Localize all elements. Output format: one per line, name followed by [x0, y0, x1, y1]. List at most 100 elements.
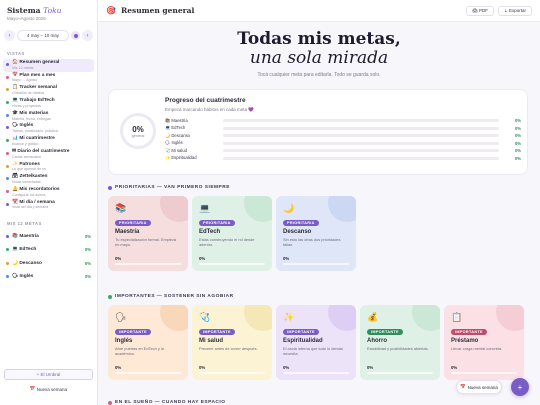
sidebar-goal-item[interactable]: 📚 Maestría 0% — [0, 229, 97, 243]
today-button[interactable] — [71, 31, 80, 40]
goal-icon: 🩺 — [199, 312, 211, 322]
week-range-label[interactable]: 4 may – 10 may — [17, 30, 69, 41]
nav-label-text: Mis materias — [19, 110, 49, 116]
nav-dot — [6, 113, 9, 117]
progress-title: Progreso del cuatrimestre — [165, 97, 246, 104]
goal-description: Tu especialización formal. Empieza en ma… — [115, 237, 177, 247]
calendar-icon: 📅 — [29, 386, 37, 391]
goal-card[interactable]: 💻 PRIORITARIA EdTech Estás construyendo el … — [192, 196, 272, 271]
nav-item-icon: 📋 — [12, 85, 18, 91]
nav-label-text: Zettelkasten — [19, 174, 48, 180]
progress-row-label: 🌙 Descanso — [165, 132, 190, 138]
progress-row-label: ✨ Espiritualidad — [165, 155, 197, 161]
sidebar-nav-item[interactable]: ✨ Patrones Lo que aprendí de mí — [0, 161, 97, 174]
add-threshold-button[interactable]: + El Umbral — [4, 369, 93, 380]
sidebar-goal-item[interactable]: 💻 EdTech 0% — [0, 243, 97, 257]
sidebar-goal-item[interactable]: 🌙 Descanso 0% — [0, 256, 97, 270]
goal-label: 📚 Maestría — [12, 234, 82, 239]
progress-card: 0% general Progreso del cuatrimestre Emp… — [108, 89, 528, 175]
sidebar-new-week-button[interactable]: 📅 Nueva semana — [4, 384, 93, 394]
nav-label-text: Mi cuatrimestre — [19, 136, 55, 142]
goal-percent: 0% — [283, 365, 290, 370]
sidebar-actions: + El Umbral 📅 Nueva semana — [4, 369, 93, 394]
progress-row: 📚 Maestría 0% — [165, 117, 521, 125]
progress-row-percent: 0% — [514, 118, 521, 124]
goal-card[interactable]: 📚 PRIORITARIA Maestría Tu especialización f… — [108, 196, 188, 271]
nav-label-text: Mis recordatorios — [19, 186, 60, 192]
sidebar-nav-item[interactable]: ✉ Diario del cuatrimestre Cartas semanale… — [0, 148, 97, 161]
progress-row: ✨ Espiritualidad 0% — [165, 155, 521, 163]
goal-card[interactable]: 🌙 PRIORITARIA Descanso Sin esto las otras d… — [276, 196, 356, 271]
new-week-floating-button[interactable]: 📅 Nueva semana — [456, 380, 502, 394]
goal-progress-bar — [283, 263, 349, 265]
nav-item-icon: 🗣 — [12, 123, 19, 129]
nav-item-icon: 📊 — [12, 136, 18, 142]
goal-progress-bar — [115, 372, 181, 374]
pdf-button[interactable]: 🖨 PDF — [465, 5, 494, 16]
sidebar-nav-item[interactable]: 📅 Plan mes a mes Mayo → Agosto — [0, 72, 97, 85]
progress-bar — [223, 119, 499, 123]
goal-label: 🗣 Inglés — [12, 274, 82, 279]
sidebar-nav-item[interactable]: 📊 Mi cuatrimestre Avance y gráfico — [0, 135, 97, 148]
hero-subtitle: Tocá cualquier meta para editarla. Todo … — [257, 72, 381, 78]
main-content: Todas mis metas, una sola mirada Tocá cu… — [98, 22, 540, 405]
nav-subtitle: Horas y proyectos — [12, 103, 41, 108]
progress-row: 🌙 Descanso 0% — [165, 132, 521, 140]
nav-dot — [6, 164, 9, 168]
sidebar-nav-item[interactable]: 🎓 Mis materias Materia, fecha, entregas — [0, 110, 97, 123]
nav-item-icon: 🏠 — [12, 60, 18, 65]
nav-item-icon: 💻 — [12, 98, 18, 104]
nav-text: 📊 Mi cuatrimestre Avance y gráfico — [12, 136, 55, 146]
goal-progress-bar — [115, 263, 181, 265]
nav-label-text: Inglés — [19, 123, 34, 129]
add-floating-button[interactable]: + — [511, 378, 529, 396]
sidebar-goal-item[interactable]: 🗣 Inglés 0% — [0, 270, 97, 284]
nav-text: 💻 Trabajo EdTech Horas y proyectos — [12, 98, 55, 108]
topbar: 🎯 Resumen general 🖨 PDF ⇣ Exportar — [98, 0, 540, 22]
goal-card[interactable]: ✨ IMPORTANTE Espiritualidad El ancla intern… — [276, 305, 356, 380]
goal-card[interactable]: 📋 IMPORTANTE Préstamo Llevar carga mental c… — [444, 305, 524, 380]
goal-progress-bar — [367, 372, 433, 374]
goal-item-icon: 🌙 — [12, 260, 18, 266]
sidebar-nav-item[interactable]: 💻 Trabajo EdTech Horas y proyectos — [0, 97, 97, 110]
nav-label-text: Resumen general — [19, 60, 60, 65]
goal-title: Descanso — [283, 229, 312, 235]
progress-row-label: 💻 EdTech — [165, 125, 186, 131]
nav-label: 🎓 Mis materias — [12, 110, 51, 117]
next-week-button[interactable]: › — [82, 30, 93, 41]
progress-rows: 📚 Maestría 0% 💻 EdTech 0% 🌙 Descanso 0% 🗣 Ingl… — [165, 117, 521, 162]
nav-label-text: Trabajo EdTech — [19, 98, 55, 104]
sidebar-nav-item[interactable]: 📋 Tracker semanal Checklist de hábitos — [0, 84, 97, 97]
goal-card[interactable]: 🩺 IMPORTANTE Mi salud Prevenir antes de cor… — [192, 305, 272, 380]
goal-item-icon: 🗣 — [12, 274, 19, 279]
goal-percent: 0% — [283, 256, 290, 261]
sidebar-nav-item[interactable]: 🔔 Mis recordatorios Configurar los avisos — [0, 186, 97, 199]
dream-section-header: En el sueño — cuando hay espacio — [108, 400, 225, 405]
nav-dot — [6, 202, 9, 206]
sidebar-nav-item[interactable]: 🗃 Zettelkasten Notas conectadas — [0, 173, 97, 186]
goal-card[interactable]: 💰 IMPORTANTE Ahorro Estabilidad y posibilid… — [360, 305, 440, 380]
sidebar-nav-item[interactable]: 🏠 Resumen general Mis 12 metas — [3, 59, 94, 72]
nav-item-icon: 📅 — [12, 72, 18, 78]
goal-card[interactable]: 🗣 IMPORTANTE Inglés Abre puertas en EdTech … — [108, 305, 188, 380]
nav-text: 🗃 Zettelkasten Notas conectadas — [12, 174, 48, 184]
goal-title: Maestría — [115, 229, 140, 235]
goal-label: 🌙 Descanso — [12, 261, 82, 266]
progress-bar — [223, 141, 499, 145]
priority-dot — [108, 185, 112, 190]
target-icon: 🎯 — [106, 6, 116, 15]
nav-dot — [6, 75, 9, 79]
hero: Todas mis metas, una sola mirada Tocá cu… — [98, 30, 540, 79]
goal-priority-badge: IMPORTANTE — [283, 329, 319, 335]
export-button[interactable]: ⇣ Exportar — [497, 5, 532, 16]
goal-percent: 0% — [84, 247, 91, 252]
goal-icon: 📚 — [115, 203, 127, 213]
goal-progress-bar — [451, 372, 517, 374]
nav-label-text: Plan mes a mes — [19, 72, 56, 78]
nav-subtitle: Materia, fecha, entregas — [12, 116, 51, 121]
sidebar-nav-item[interactable]: 📆 Mi día / semana Vista del día y semana — [0, 199, 97, 212]
sidebar-nav-item[interactable]: 🗣 Inglés Tareas, vocabulario, práctica — [0, 122, 97, 135]
overall-progress-value: 0% — [132, 124, 144, 134]
prev-week-button[interactable]: ‹ — [4, 30, 15, 41]
goal-percent: 0% — [115, 256, 122, 261]
